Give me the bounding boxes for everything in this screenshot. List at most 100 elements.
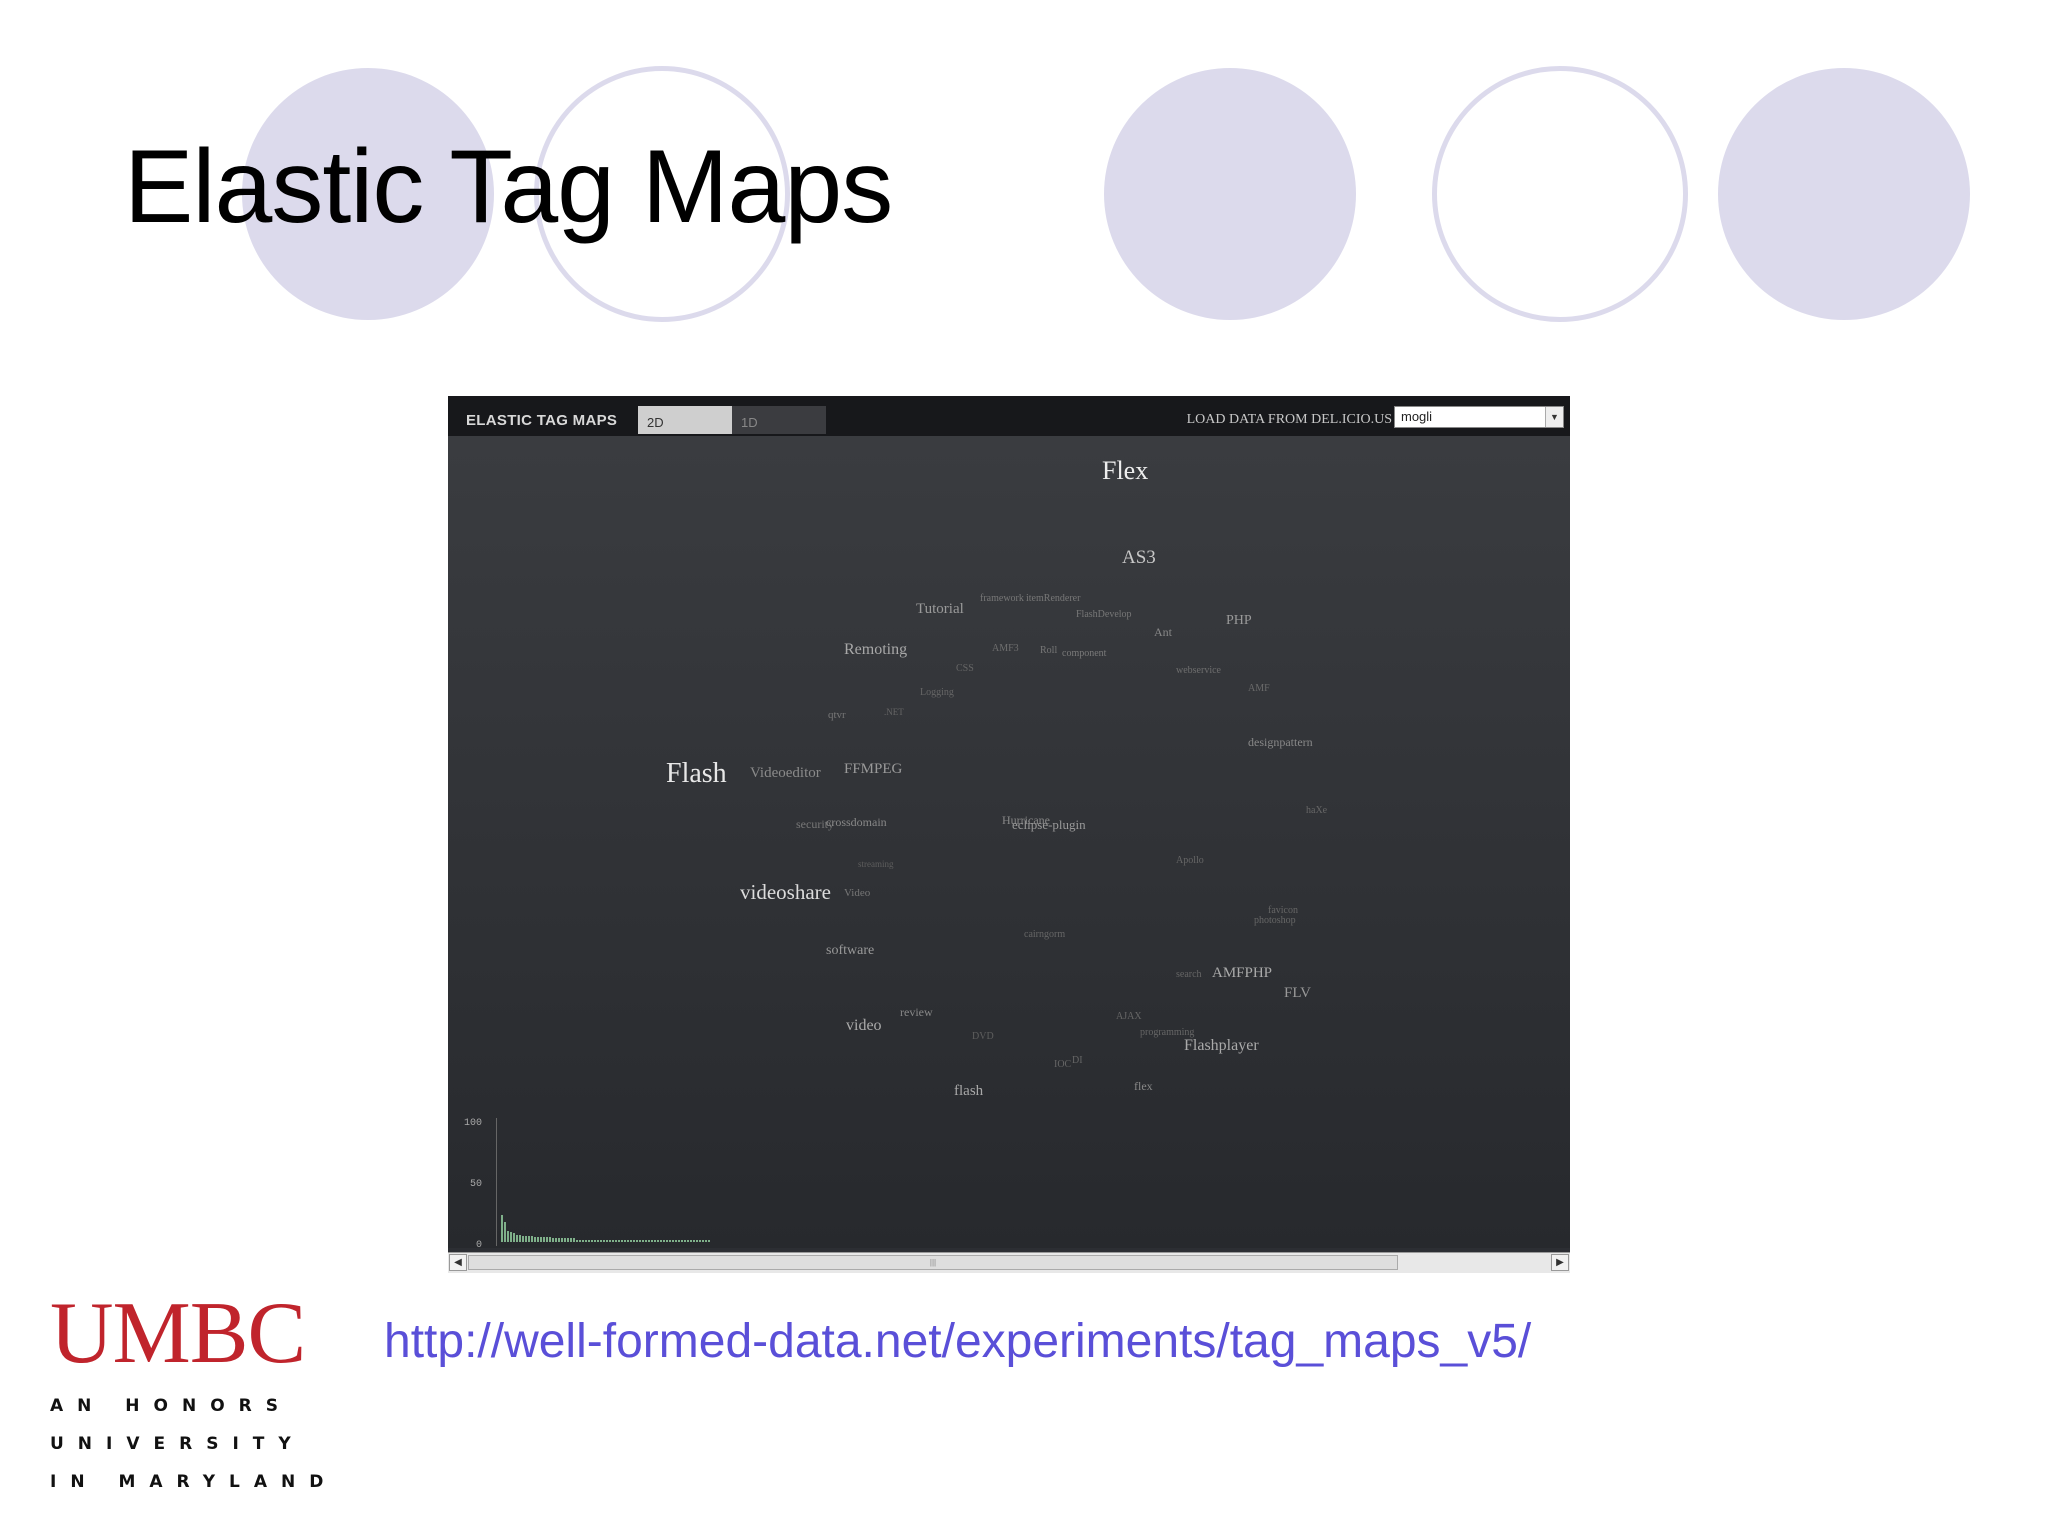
histogram-bar: [645, 1239, 647, 1242]
histogram-bar: [513, 1233, 515, 1242]
histogram-bar: [558, 1238, 560, 1242]
tag[interactable]: DVD: [972, 1032, 994, 1042]
histogram-bar: [555, 1238, 557, 1242]
histogram-bar: [609, 1239, 611, 1242]
histogram-bar: [654, 1239, 656, 1242]
slide-title: Elastic Tag Maps: [124, 129, 893, 245]
tag[interactable]: PHP: [1226, 614, 1252, 628]
tag[interactable]: Flash: [666, 760, 727, 788]
histogram-bar: [579, 1239, 581, 1242]
tag[interactable]: Apollo: [1176, 856, 1204, 866]
tag[interactable]: qtvr: [828, 710, 846, 721]
histogram-bar: [588, 1239, 590, 1242]
tag[interactable]: haXe: [1306, 806, 1327, 816]
histogram-bar: [549, 1237, 551, 1242]
scroll-left-button[interactable]: ◀: [449, 1254, 467, 1271]
histogram-bar: [522, 1235, 524, 1242]
tag[interactable]: CSS: [956, 664, 974, 674]
histogram-bar: [552, 1238, 554, 1242]
histogram-bar: [675, 1239, 677, 1242]
histogram-bar: [699, 1239, 701, 1242]
tag[interactable]: Videoeditor: [750, 766, 821, 781]
dataset-select[interactable]: mogli ▼: [1394, 406, 1564, 428]
decor-circle-5: [1718, 68, 1970, 320]
tag[interactable]: video: [846, 1018, 882, 1034]
tag[interactable]: photoshop: [1254, 916, 1296, 926]
histogram-bar: [687, 1239, 689, 1242]
tag[interactable]: flash: [954, 1084, 983, 1099]
histogram-bar: [633, 1239, 635, 1242]
tag[interactable]: FLV: [1284, 986, 1311, 1001]
tag[interactable]: webservice: [1176, 666, 1221, 676]
tag[interactable]: FFMPEG: [844, 762, 902, 777]
tag[interactable]: videoshare: [740, 882, 831, 903]
tag[interactable]: flex: [1134, 1080, 1153, 1092]
umbc-tagline-3: IN MARYLAND: [50, 1472, 338, 1492]
tag[interactable]: FlashDevelop: [1076, 610, 1132, 620]
histogram-bar: [603, 1239, 605, 1242]
histogram-bar: [702, 1239, 704, 1242]
histogram-bar: [561, 1238, 563, 1242]
umbc-logo: UMBC AN HONORS UNIVERSITY IN MARYLAND: [50, 1290, 338, 1493]
tag[interactable]: streaming: [858, 860, 894, 869]
dataset-select-value: mogli: [1401, 409, 1433, 424]
decor-circle-3: [1104, 68, 1356, 320]
histogram-bar: [708, 1239, 710, 1242]
tab-2d[interactable]: 2D: [638, 406, 732, 434]
tag[interactable]: IOC: [1054, 1060, 1071, 1070]
histogram-bar: [606, 1239, 608, 1242]
horizontal-scrollbar[interactable]: ◀ ||| ▶: [448, 1252, 1570, 1273]
tag[interactable]: designpattern: [1248, 736, 1313, 748]
source-link[interactable]: http://well-formed-data.net/experiments/…: [384, 1314, 1531, 1369]
tag[interactable]: Roll: [1040, 646, 1057, 656]
tag[interactable]: AMFPHP: [1212, 966, 1272, 981]
tag[interactable]: Tutorial: [916, 602, 964, 617]
umbc-tagline-2: UNIVERSITY: [50, 1434, 305, 1454]
scroll-right-button[interactable]: ▶: [1551, 1254, 1569, 1271]
tag[interactable]: framework: [980, 594, 1024, 604]
tag[interactable]: itemRenderer: [1026, 594, 1080, 604]
tag[interactable]: Remoting: [844, 642, 907, 658]
tag[interactable]: .NET: [884, 708, 904, 717]
histogram-bar: [681, 1239, 683, 1242]
tag[interactable]: crossdomain: [826, 816, 887, 828]
tag[interactable]: search: [1176, 970, 1202, 980]
tag[interactable]: AJAX: [1116, 1012, 1142, 1022]
histogram-bar: [657, 1239, 659, 1242]
tag[interactable]: review: [900, 1006, 933, 1018]
tag[interactable]: Flex: [1102, 458, 1148, 484]
tag[interactable]: Ant: [1154, 626, 1172, 638]
histogram-y-label: 100: [464, 1118, 483, 1129]
tag[interactable]: eclipse-plugin: [1012, 818, 1086, 831]
tag[interactable]: software: [826, 944, 874, 958]
histogram-bar: [525, 1235, 527, 1242]
tab-1d[interactable]: 1D: [732, 406, 826, 434]
tag[interactable]: Flashplayer: [1184, 1038, 1259, 1054]
histogram-bar: [627, 1239, 629, 1242]
histogram-bar: [696, 1239, 698, 1242]
tag-map-canvas[interactable]: Flex AS3 framework itemRenderer FlashDev…: [448, 436, 1570, 1248]
tag[interactable]: cairngorm: [1024, 930, 1065, 940]
tag[interactable]: AMF3: [992, 644, 1019, 654]
scrollbar-thumb[interactable]: |||: [468, 1255, 1398, 1270]
histogram-bar: [705, 1239, 707, 1242]
histogram-bar: [597, 1239, 599, 1242]
app-toolbar: ELASTIC TAG MAPS 2D 1D LOAD DATA FROM DE…: [448, 396, 1570, 436]
histogram-bar: [663, 1239, 665, 1242]
histogram-bar: [531, 1235, 533, 1242]
tag[interactable]: AS3: [1122, 548, 1156, 567]
slide: Elastic Tag Maps ELASTIC TAG MAPS 2D 1D …: [0, 0, 2048, 1536]
histogram-bar: [639, 1239, 641, 1242]
tag[interactable]: Logging: [920, 688, 954, 698]
decor-circle-4: [1432, 66, 1688, 322]
histogram-y-label: 50: [470, 1179, 483, 1190]
histogram-bar: [669, 1239, 671, 1242]
histogram-bar: [537, 1237, 539, 1242]
tag[interactable]: component: [1062, 649, 1106, 659]
tag-map-app: ELASTIC TAG MAPS 2D 1D LOAD DATA FROM DE…: [448, 396, 1570, 1273]
tag[interactable]: AMF: [1248, 684, 1270, 694]
chevron-down-icon[interactable]: ▼: [1545, 407, 1563, 427]
tag[interactable]: Video: [844, 888, 870, 899]
tag[interactable]: DI: [1072, 1056, 1083, 1066]
histogram-bar: [591, 1239, 593, 1242]
